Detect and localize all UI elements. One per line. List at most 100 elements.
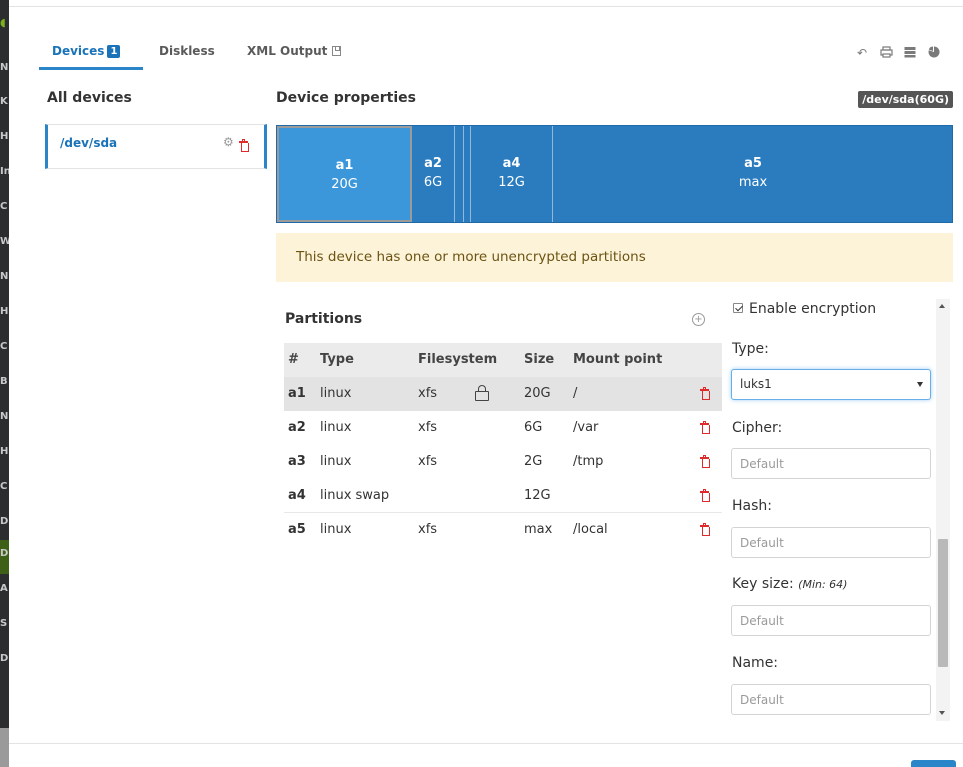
- partition-filesystem: xfs: [418, 386, 438, 401]
- left-nav-item[interactable]: S: [0, 619, 9, 629]
- partition-segment-a5[interactable]: a5 max: [553, 126, 952, 222]
- table-header: # Type Filesystem Size Mount point: [284, 343, 722, 377]
- key-size-input[interactable]: [731, 605, 931, 636]
- partition-mount: /var: [573, 420, 599, 435]
- partition-segment-gap[interactable]: [464, 126, 471, 222]
- devices-count-badge: 1: [107, 45, 121, 58]
- tab-xml-output[interactable]: XML Output: [247, 38, 342, 70]
- unencrypted-warning: This device has one or more unencrypted …: [276, 233, 953, 282]
- chevron-down-icon: [917, 382, 923, 387]
- encryption-scrollbar[interactable]: [936, 299, 950, 721]
- footer-primary-button[interactable]: [911, 760, 956, 767]
- left-nav-item[interactable]: C: [0, 342, 9, 352]
- partition-segment-a2[interactable]: a2 6G: [412, 126, 455, 222]
- table-row[interactable]: a2 linux xfs 6G /var: [284, 411, 722, 445]
- partition-filesystem: xfs: [418, 420, 438, 435]
- partition-mount: /tmp: [573, 454, 604, 469]
- partition-mount: /: [573, 386, 578, 401]
- delete-partition-icon[interactable]: [700, 421, 710, 437]
- partition-num: a4: [288, 488, 306, 503]
- partition-segment-a4[interactable]: a4 12G: [471, 126, 553, 222]
- left-nav-item[interactable]: K: [0, 97, 9, 107]
- left-nav-item[interactable]: N: [0, 412, 9, 422]
- table-row[interactable]: a4 linux swap 12G: [284, 479, 722, 513]
- left-nav-item[interactable]: H: [0, 447, 9, 457]
- partition-bar: a1 20G a2 6G a4 12G a5 max: [276, 125, 953, 223]
- gear-icon[interactable]: ⚙: [223, 135, 234, 149]
- left-nav-item[interactable]: D: [0, 654, 9, 664]
- enable-encryption-checkbox[interactable]: Enable encryption: [733, 301, 876, 317]
- left-nav-item[interactable]: In: [0, 167, 9, 177]
- tab-devices-label: Devices: [52, 44, 105, 58]
- save-icon: [332, 46, 342, 56]
- add-partition-icon[interactable]: +: [692, 313, 705, 326]
- segment-label: a2: [424, 156, 442, 171]
- encryption-type-value: luks1: [740, 377, 772, 391]
- partition-num: a5: [288, 522, 306, 537]
- pie-chart-icon[interactable]: [927, 46, 941, 60]
- lock-icon: [475, 385, 489, 404]
- print-icon[interactable]: [879, 46, 893, 60]
- segment-size: 6G: [423, 175, 443, 190]
- partition-num: a2: [288, 420, 306, 435]
- encryption-type-select[interactable]: luks1: [731, 369, 931, 400]
- hash-input[interactable]: [731, 527, 931, 558]
- enable-encryption-label: Enable encryption: [749, 301, 877, 317]
- device-list-item[interactable]: /dev/sda ⚙: [45, 124, 267, 169]
- checkbox-checked-icon[interactable]: [733, 303, 743, 313]
- undo-icon[interactable]: ↶: [855, 46, 869, 60]
- trash-icon[interactable]: [239, 136, 249, 155]
- col-header-num: #: [288, 352, 299, 367]
- segment-size: 12G: [498, 175, 525, 190]
- left-nav-item[interactable]: C: [0, 482, 9, 492]
- delete-partition-icon[interactable]: [700, 489, 710, 505]
- tab-devices[interactable]: Devices 1: [39, 38, 143, 70]
- left-nav-strip: ◖ N K H In C W N H C B N H C D D A S D: [0, 0, 9, 767]
- left-nav-item[interactable]: H: [0, 132, 9, 142]
- table-row[interactable]: a5 linux xfs max /local: [284, 513, 722, 547]
- hash-label: Hash:: [732, 498, 772, 514]
- left-nav-item[interactable]: N: [0, 63, 9, 73]
- storage-icon[interactable]: [903, 46, 917, 60]
- delete-partition-icon[interactable]: [700, 455, 710, 471]
- scroll-down-icon[interactable]: [939, 711, 945, 715]
- device-size-tag: /dev/sda(60G): [858, 91, 953, 108]
- delete-partition-icon[interactable]: [700, 387, 710, 403]
- top-divider: [9, 6, 963, 7]
- left-nav-item[interactable]: C: [0, 202, 9, 212]
- left-nav-item[interactable]: D: [0, 517, 9, 527]
- partition-segment-a3[interactable]: [455, 126, 464, 222]
- segment-size: 20G: [331, 177, 358, 192]
- scroll-up-icon[interactable]: [939, 304, 945, 308]
- partitions-heading: Partitions: [285, 311, 363, 327]
- partition-size: 12G: [524, 488, 551, 503]
- toolbar-icons: ↶: [855, 46, 941, 60]
- segment-size: max: [738, 175, 768, 190]
- cipher-input[interactable]: [731, 448, 931, 479]
- partition-type: linux: [320, 386, 352, 401]
- partition-segment-a1[interactable]: a1 20G: [277, 126, 412, 222]
- tab-diskless[interactable]: Diskless: [159, 38, 215, 70]
- scrollbar-thumb[interactable]: [938, 539, 948, 667]
- device-properties-heading: Device properties: [276, 90, 416, 106]
- col-header-type: Type: [320, 352, 354, 367]
- partition-size: max: [524, 522, 553, 537]
- table-row[interactable]: a1 linux xfs 20G /: [284, 377, 722, 411]
- left-nav-footer: [0, 728, 9, 767]
- type-label: Type:: [732, 341, 769, 357]
- left-nav-item[interactable]: D: [0, 549, 9, 559]
- left-nav-item[interactable]: B: [0, 377, 9, 387]
- delete-partition-icon[interactable]: [700, 523, 710, 539]
- table-row[interactable]: a3 linux xfs 2G /tmp: [284, 445, 722, 479]
- partition-type: linux: [320, 522, 352, 537]
- segment-label: a5: [744, 156, 762, 171]
- left-nav-item[interactable]: W: [0, 237, 9, 247]
- col-header-filesystem: Filesystem: [418, 352, 498, 367]
- name-label: Name:: [732, 655, 779, 671]
- left-nav-item[interactable]: A: [0, 584, 9, 594]
- cipher-label: Cipher:: [732, 420, 783, 436]
- left-nav-item[interactable]: H: [0, 307, 9, 317]
- name-input[interactable]: [731, 684, 931, 715]
- segment-label: a4: [502, 156, 521, 171]
- left-nav-item[interactable]: N: [0, 272, 9, 282]
